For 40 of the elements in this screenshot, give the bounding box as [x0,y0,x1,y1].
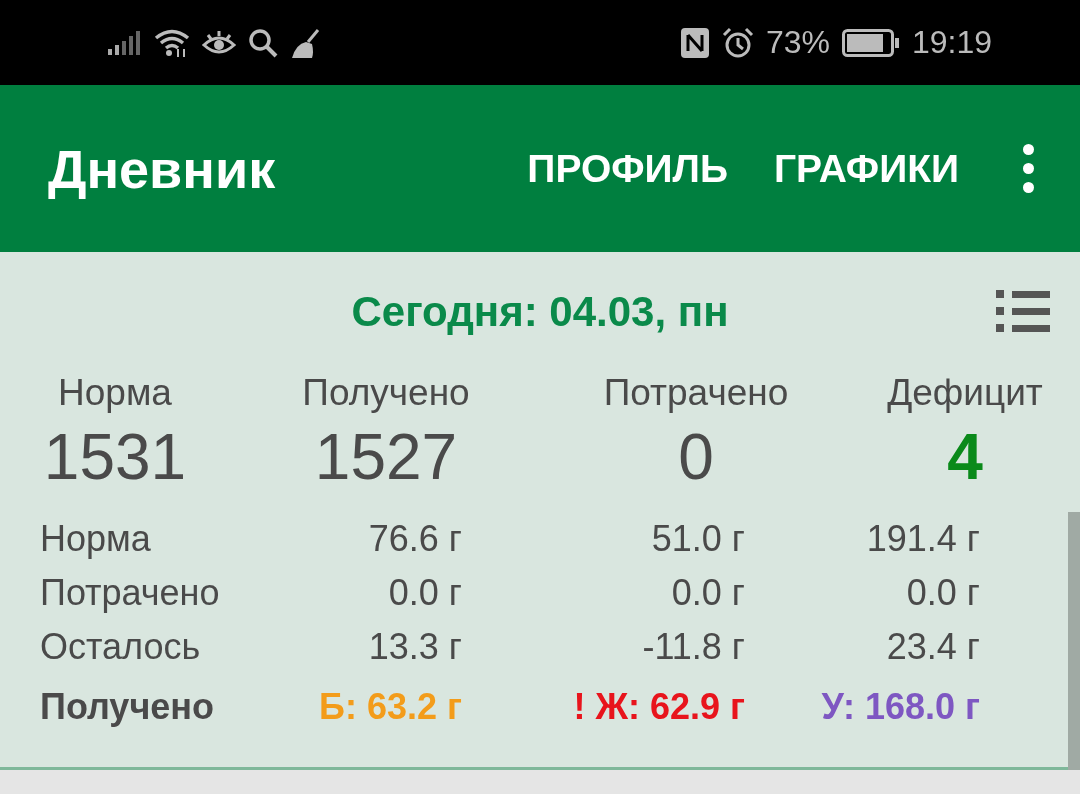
nfc-icon [679,26,710,59]
row-label: Осталось [40,626,202,668]
toolbar-action[interactable]: ГРАФИКИ [773,146,959,191]
macro-total: Б: 63.2 г [318,686,462,728]
macro-value: 51.0 г [650,518,745,560]
macro-value: 0.0 г [905,572,980,614]
summary-label: Получено [302,372,470,414]
toolbar-action[interactable]: ПРОФИЛЬ [527,146,728,191]
macro-total: ! Ж: 62.9 г [572,686,745,728]
summary-value: 0 [678,420,714,494]
macro-total: У: 168.0 г [820,686,980,728]
broom-icon [290,27,322,58]
app-title: Дневник [48,137,276,200]
summary-label: Дефицит [887,372,1043,414]
battery-percent: 73% [765,24,830,61]
row-label: Получено [40,686,216,728]
macro-value: 76.6 г [367,518,462,560]
macro-value: 13.3 г [367,626,462,668]
summary-value: 1527 [314,420,458,494]
battery-icon [841,28,900,57]
macro-value: 23.4 г [885,626,980,668]
list-icon[interactable] [996,290,1050,332]
macro-value: -11.8 г [641,626,745,668]
summary-label: Потрачено [603,372,789,414]
row-label: Потрачено [40,572,221,614]
macro-value: 0.0 г [387,572,462,614]
alarm-icon [721,26,754,59]
scrollbar[interactable] [1068,512,1080,770]
summary-value: 4 [947,420,983,494]
eye-icon [202,28,236,57]
search-icon [248,27,278,58]
clock-time: 19:19 [911,24,992,61]
signal-icon [108,30,142,55]
row-label: Норма [40,518,152,560]
summary-value: 1531 [43,420,187,494]
date-header: Сегодня: 04.03, пн [351,288,729,336]
wifi-icon [154,28,190,57]
macro-value: 0.0 г [670,572,745,614]
summary-label: Норма [58,372,172,414]
macro-value: 191.4 г [865,518,980,560]
